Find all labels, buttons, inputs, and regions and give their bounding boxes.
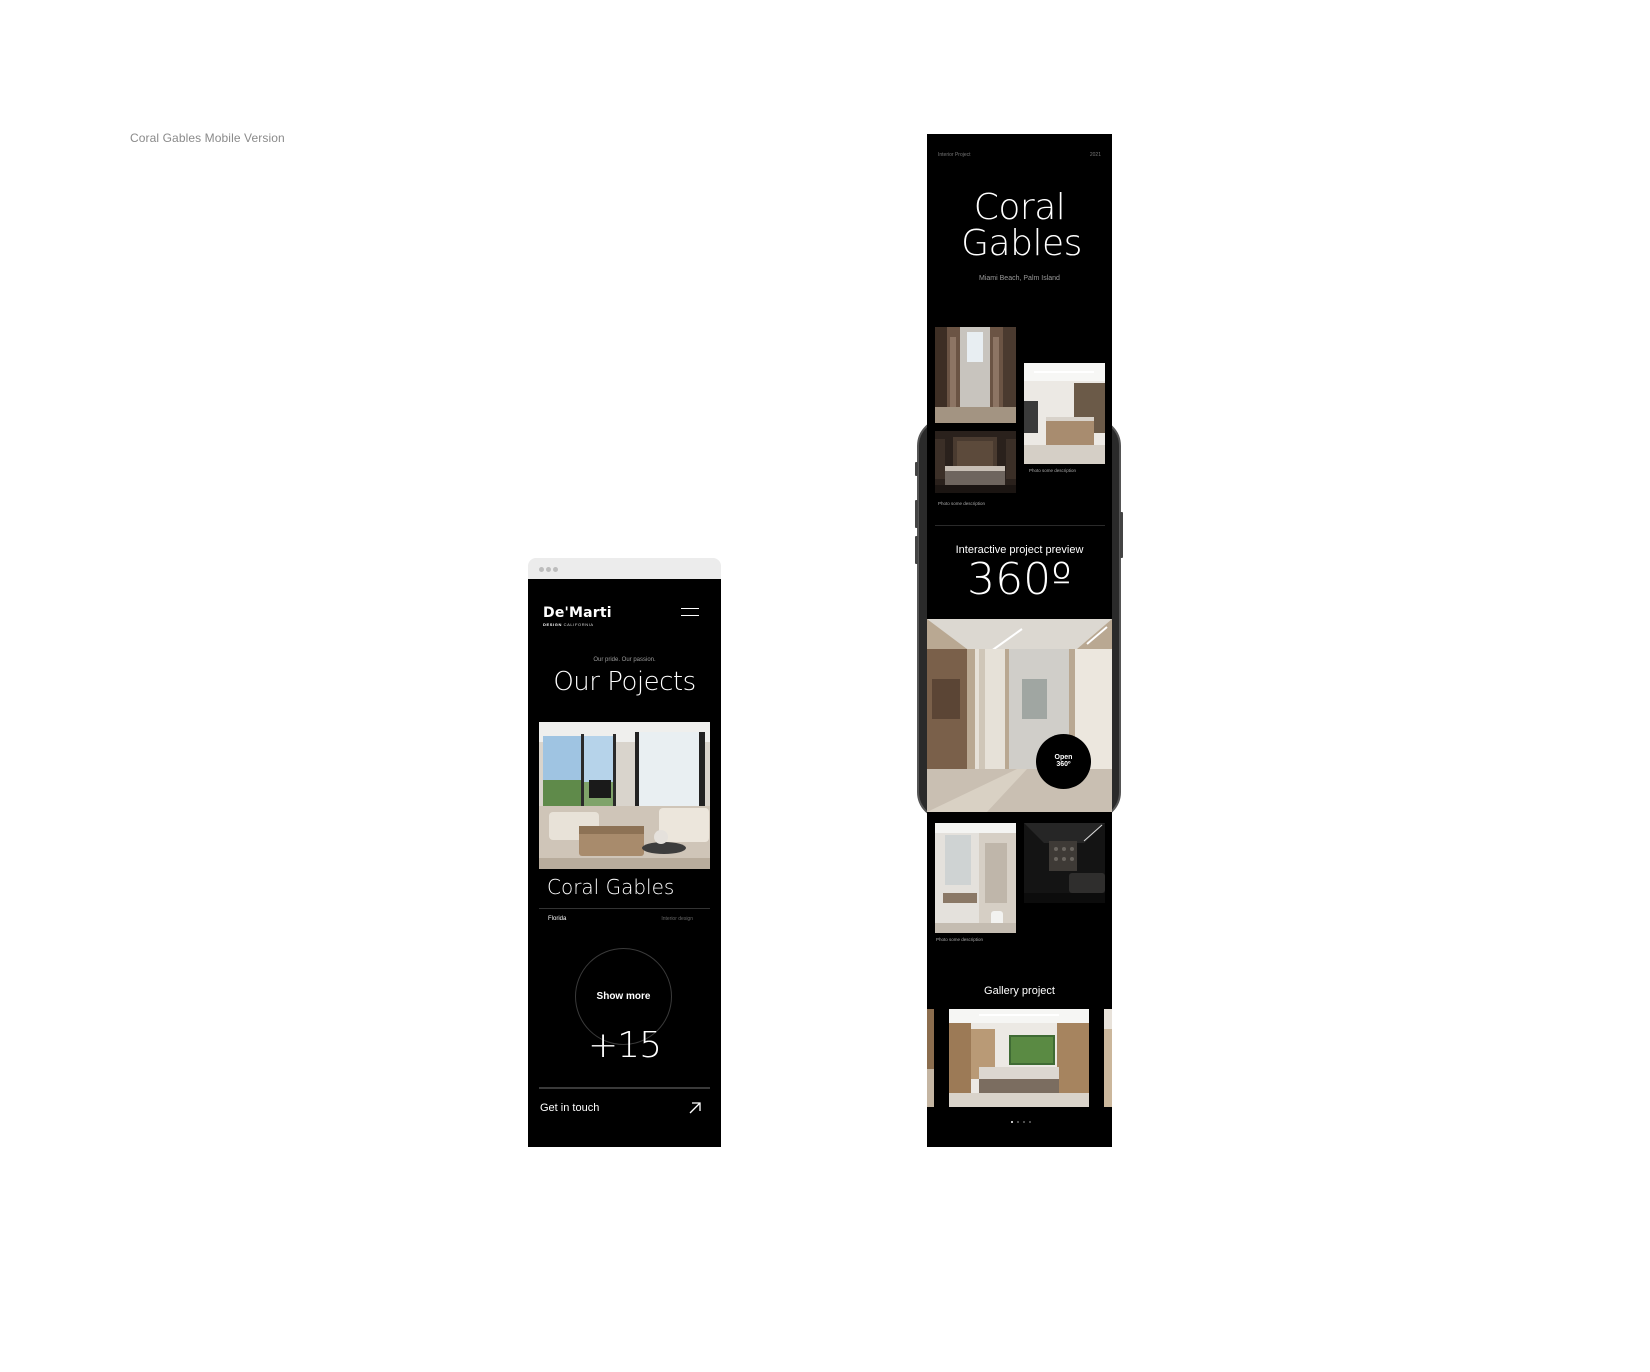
phone-side-button bbox=[915, 536, 918, 564]
gallery-photo-prev[interactable] bbox=[927, 1009, 934, 1107]
page-caption: Coral Gables Mobile Version bbox=[130, 131, 285, 145]
panorama-degrees: 360º bbox=[967, 554, 1072, 605]
mobile-mockup-projects: De'Marti DESIGN CALIFORNIA Our pride. Ou… bbox=[528, 558, 721, 1147]
pager-dot[interactable] bbox=[1017, 1121, 1019, 1123]
photo-caption: Photo some description bbox=[1029, 468, 1077, 473]
divider bbox=[539, 1087, 710, 1089]
page-title: Our Pojects bbox=[553, 667, 696, 697]
photo-hallway[interactable] bbox=[935, 327, 1016, 423]
show-more-label: Show more bbox=[596, 991, 651, 1002]
window-dot-icon bbox=[546, 567, 551, 572]
open-360-button[interactable]: Open 360º bbox=[1036, 734, 1091, 789]
photo-cinema-room[interactable] bbox=[1024, 823, 1105, 903]
photo-caption: Photo some description bbox=[936, 937, 984, 942]
gallery-title: Gallery project bbox=[984, 985, 1055, 997]
phone-side-button bbox=[1120, 512, 1123, 558]
projects-count: +15 bbox=[588, 1025, 662, 1066]
project-subtitle: Miami Beach, Palm Island bbox=[979, 275, 1060, 282]
hamburger-menu-icon[interactable] bbox=[681, 608, 699, 617]
projects-screen: De'Marti DESIGN CALIFORNIA Our pride. Ou… bbox=[528, 579, 721, 1147]
get-in-touch-link[interactable]: Get in touch bbox=[540, 1102, 599, 1114]
phone-side-button bbox=[915, 500, 918, 528]
gallery-photo-next[interactable] bbox=[1104, 1009, 1112, 1107]
logo-name: De'Marti bbox=[543, 605, 612, 621]
pager-dot-active[interactable] bbox=[1011, 1121, 1013, 1123]
project-category: Interior design bbox=[661, 916, 693, 922]
open-360-label: Open 360º bbox=[1054, 754, 1073, 768]
panorama-bathroom-preview[interactable] bbox=[927, 619, 1112, 812]
divider bbox=[935, 525, 1105, 526]
pager-dot[interactable] bbox=[1029, 1121, 1031, 1123]
phone-side-button bbox=[915, 462, 918, 476]
project-year-label: 2021 bbox=[1089, 152, 1101, 158]
window-dot-icon bbox=[553, 567, 558, 572]
logo-subtitle: DESIGN CALIFORNIA bbox=[543, 622, 594, 627]
project-photo-living-room[interactable] bbox=[539, 722, 710, 869]
pager-dot[interactable] bbox=[1023, 1121, 1025, 1123]
project-location: Florida bbox=[548, 916, 567, 922]
photo-caption: Photo some description bbox=[938, 501, 986, 506]
mobile-mockup-project-detail: Interior Project 2021 Coral Gables Miami… bbox=[915, 134, 1123, 1147]
photo-kitchen[interactable] bbox=[1024, 363, 1105, 464]
project-detail-screen: Interior Project 2021 Coral Gables Miami… bbox=[927, 134, 1112, 1147]
project-name[interactable]: Coral Gables bbox=[547, 875, 674, 899]
browser-bar bbox=[528, 558, 721, 579]
photo-bedroom[interactable] bbox=[935, 431, 1016, 493]
project-title: Coral Gables bbox=[961, 187, 1082, 264]
tagline: Our pride. Our passion. bbox=[593, 657, 656, 663]
arrow-up-right-icon[interactable] bbox=[688, 1101, 702, 1115]
divider bbox=[539, 908, 710, 909]
window-dot-icon bbox=[539, 567, 544, 572]
photo-bathroom[interactable] bbox=[935, 823, 1016, 933]
project-type-label: Interior Project bbox=[938, 152, 971, 158]
brand-logo[interactable]: De'Marti DESIGN CALIFORNIA bbox=[543, 605, 612, 627]
gallery-photo-kitchen[interactable] bbox=[949, 1009, 1089, 1107]
